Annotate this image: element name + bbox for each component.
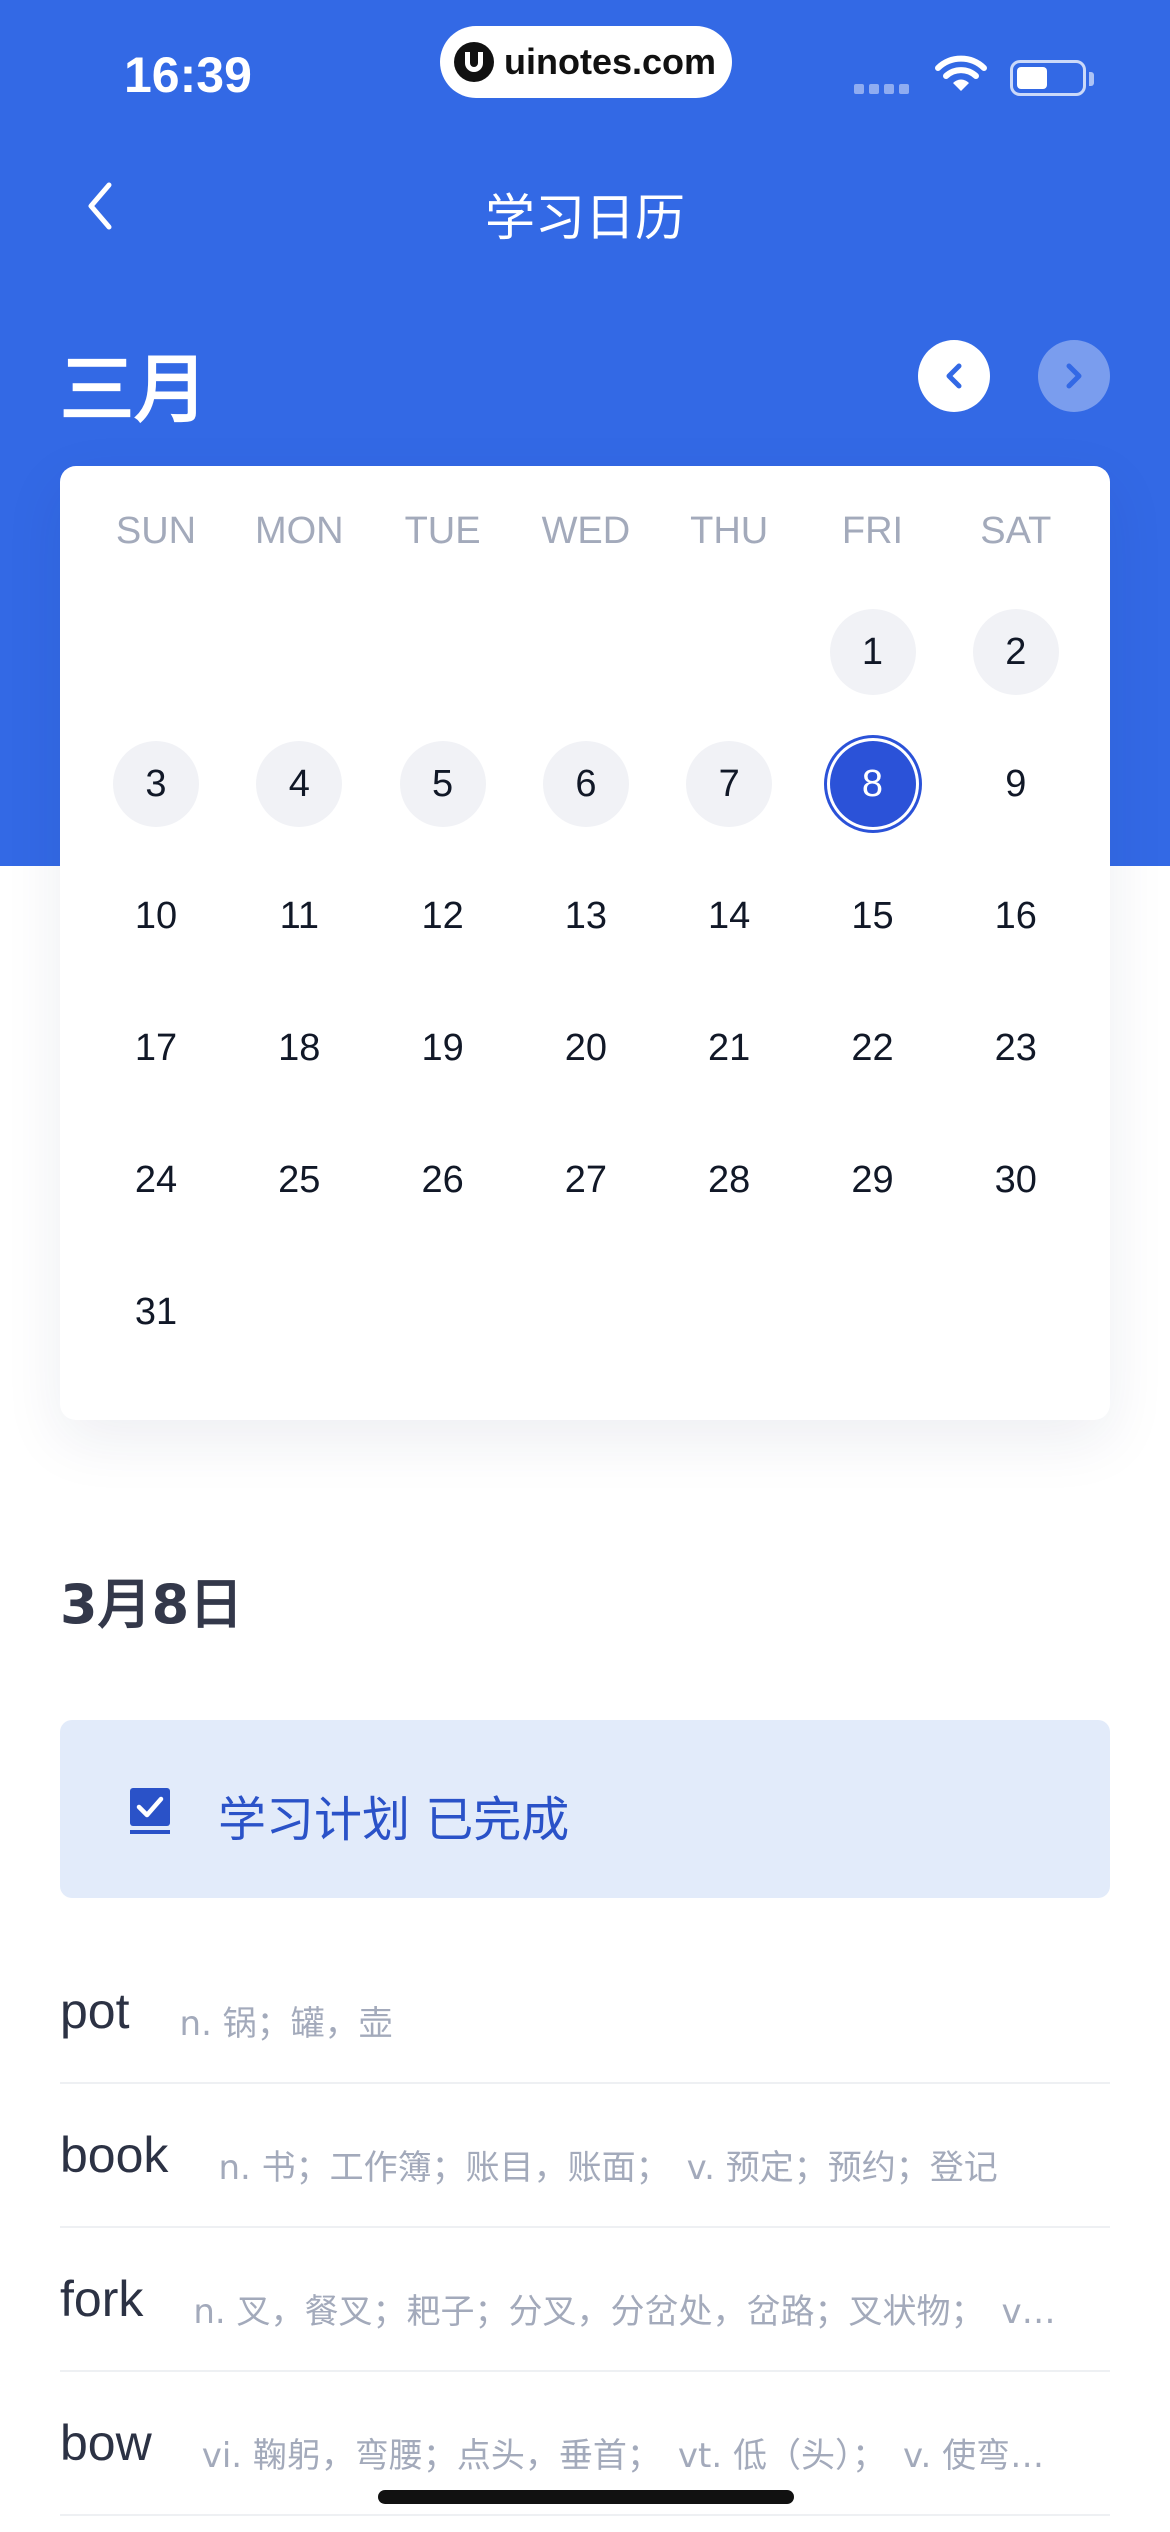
weekday-sat: SAT [980, 510, 1052, 552]
battery-icon [1010, 60, 1086, 96]
study-plan-status: 学习计划 已完成 [60, 1720, 1110, 1898]
word-definition: n. 叉，餐叉；耙子；分叉，分岔处，岔路；叉状物； v… [193, 2292, 1056, 2332]
weekday-wed: WED [541, 510, 631, 552]
calendar-day-3[interactable]: 3 [113, 741, 199, 827]
calendar-day-17[interactable]: 17 [113, 1005, 199, 1091]
weekday-sun: SUN [115, 510, 197, 552]
word-definition: n. 书；工作簿；账目，账面； v. 预定；预约；登记 [218, 2148, 998, 2188]
calendar-day-26[interactable]: 26 [400, 1137, 486, 1223]
calendar-day-10[interactable]: 10 [113, 873, 199, 959]
calendar-day-22[interactable]: 22 [830, 1005, 916, 1091]
month-title: 三月 [60, 347, 208, 433]
calendar-day-14[interactable]: 14 [686, 873, 772, 959]
weekday-thu: THU [690, 510, 769, 552]
calendar-day-16[interactable]: 16 [973, 873, 1059, 959]
word-row[interactable]: book n. 书；工作簿；账目，账面； v. 预定；预约；登记 [60, 2084, 1110, 2228]
calendar-day-4[interactable]: 4 [256, 741, 343, 827]
calendar-day-20[interactable]: 20 [543, 1005, 629, 1091]
checkbox-checked-icon [130, 1788, 170, 1834]
chevron-right-icon [1066, 363, 1082, 389]
calendar-day-28[interactable]: 28 [686, 1137, 772, 1223]
calendar-day-12[interactable]: 12 [400, 873, 486, 959]
next-month-button[interactable] [1038, 340, 1110, 412]
watermark-badge: uinotes.com [440, 26, 732, 98]
word-row[interactable]: pot n. 锅；罐，壶 [60, 1940, 1110, 2084]
word-text: book [60, 2127, 169, 2183]
watermark-logo-icon [454, 42, 494, 82]
weekday-mon: MON [254, 510, 344, 552]
calendar-day-9[interactable]: 9 [973, 741, 1059, 827]
calendar-day-19[interactable]: 19 [400, 1005, 486, 1091]
previous-month-button[interactable] [918, 340, 990, 412]
page-title: 学习日历 [485, 189, 685, 247]
calendar-day-2[interactable]: 2 [972, 609, 1059, 695]
word-text: fork [60, 2271, 144, 2327]
calendar-day-11[interactable]: 11 [256, 873, 342, 959]
calendar-day-24[interactable]: 24 [113, 1137, 199, 1223]
cellular-signal-icon [854, 84, 909, 94]
weekday-tue: TUE [404, 510, 481, 552]
home-indicator[interactable] [378, 2490, 794, 2504]
calendar-day-1[interactable]: 1 [829, 609, 916, 695]
word-definition: vi. 鞠躬，弯腰；点头，垂首； vt. 低（头）； v. 使弯… [201, 2436, 1045, 2476]
watermark-text: uinotes.com [504, 41, 717, 82]
battery-tip [1089, 72, 1094, 86]
calendar-day-5[interactable]: 5 [399, 741, 486, 827]
status-time: 16:39 [124, 47, 252, 103]
calendar-day-15[interactable]: 15 [830, 873, 916, 959]
word-row[interactable]: fork n. 叉，餐叉；耙子；分叉，分岔处，岔路；叉状物； v… [60, 2228, 1110, 2372]
weekday-header: SUN MON TUE WED THU FRI SAT [60, 510, 1110, 560]
calendar-day-27[interactable]: 27 [543, 1137, 629, 1223]
calendar-day-8[interactable]: 8 [829, 741, 916, 827]
calendar-day-25[interactable]: 25 [256, 1137, 342, 1223]
word-text: bow [60, 2415, 152, 2471]
word-definition: n. 锅；罐，壶 [179, 2004, 393, 2044]
calendar-card: SUN MON TUE WED THU FRI SAT 1 2 3 4 5 6 7 8 9 10 11 12 13 1… [60, 466, 1110, 1420]
calendar-day-21[interactable]: 21 [686, 1005, 772, 1091]
plan-status-text: 学习计划 已完成 [218, 1792, 570, 1848]
wifi-icon [935, 55, 987, 91]
calendar-day-13[interactable]: 13 [543, 873, 629, 959]
calendar-day-6[interactable]: 6 [542, 741, 629, 827]
selected-date-heading: 3月8日 [60, 1573, 244, 1636]
word-text: pot [60, 1983, 130, 2039]
weekday-fri: FRI [841, 510, 904, 552]
calendar-day-29[interactable]: 29 [830, 1137, 916, 1223]
study-calendar-screen: 16:39 uinotes.com 学习日历 三月 SUN MON TUE WED TH… [0, 0, 1170, 2532]
calendar-day-7[interactable]: 7 [686, 741, 773, 827]
calendar-day-23[interactable]: 23 [973, 1005, 1059, 1091]
calendar-day-18[interactable]: 18 [256, 1005, 342, 1091]
chevron-left-icon [946, 363, 962, 389]
calendar-day-30[interactable]: 30 [973, 1137, 1059, 1223]
calendar-day-31[interactable]: 31 [113, 1269, 199, 1355]
